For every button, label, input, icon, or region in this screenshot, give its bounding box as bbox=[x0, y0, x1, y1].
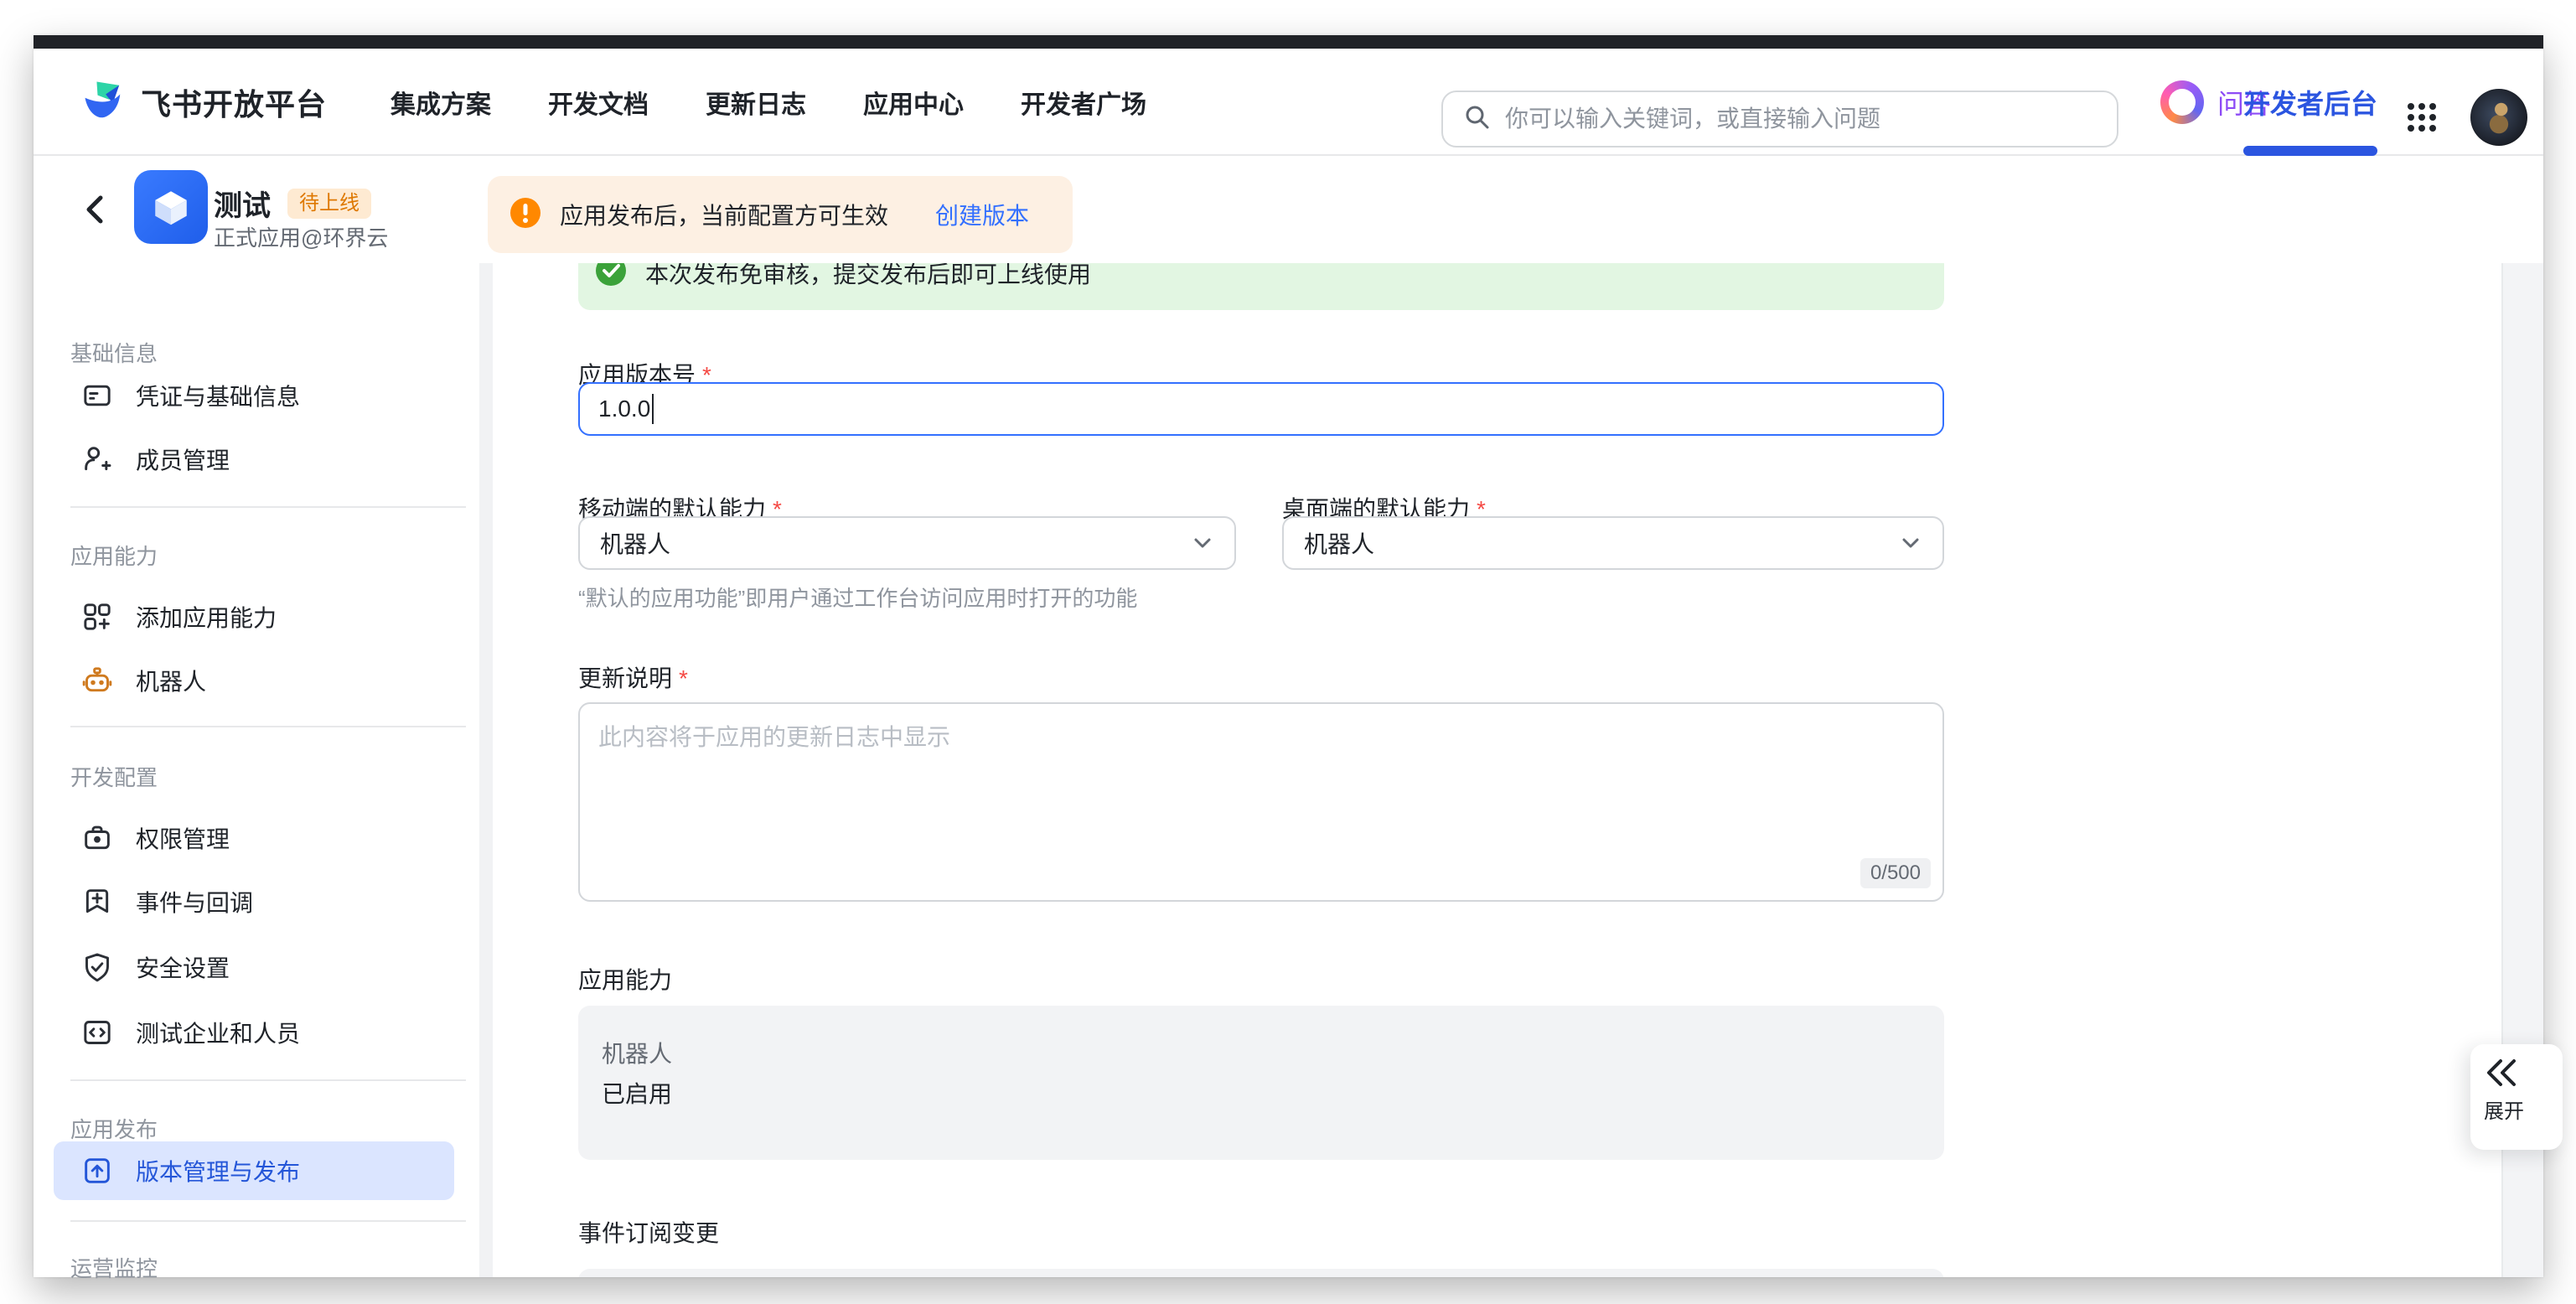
back-button[interactable] bbox=[77, 191, 114, 228]
code-icon bbox=[80, 1016, 114, 1049]
brand[interactable]: 飞书开放平台 bbox=[79, 49, 327, 156]
capability-helper-text: “默认的应用功能”即用户通过工作台访问应用时打开的功能 bbox=[578, 582, 1137, 613]
sidebar-item-label: 权限管理 bbox=[136, 821, 230, 855]
nav-item-dev-plaza[interactable]: 开发者广场 bbox=[1021, 84, 1146, 121]
sidebar-scrollbar[interactable] bbox=[479, 263, 493, 1277]
required-mark: * bbox=[679, 665, 688, 691]
sidebar-item-label: 成员管理 bbox=[136, 442, 230, 476]
grid-add-icon bbox=[80, 600, 114, 634]
sidebar-section-basic-info: 基础信息 bbox=[70, 337, 158, 368]
sidebar-section-monitoring: 运营监控 bbox=[70, 1252, 158, 1283]
success-banner-text: 本次发布免审核，提交发布后即可上线使用 bbox=[645, 263, 1091, 290]
nav-item-changelog[interactable]: 更新日志 bbox=[706, 84, 806, 121]
briefcase-lock-icon bbox=[80, 821, 114, 855]
developer-console-tab[interactable]: 开发者后台 bbox=[2243, 49, 2377, 156]
publish-alert-banner: 应用发布后，当前配置方可生效 创建版本 bbox=[488, 176, 1073, 253]
chevron-down-icon bbox=[1899, 531, 1922, 555]
sidebar-divider bbox=[70, 1220, 466, 1222]
capability-section-title: 应用能力 bbox=[578, 962, 672, 996]
sidebar-item-label: 添加应用能力 bbox=[136, 600, 277, 634]
sidebar-item-version-release[interactable]: 版本管理与发布 bbox=[54, 1141, 454, 1200]
warning-icon bbox=[510, 197, 541, 233]
select-value: 机器人 bbox=[1304, 526, 1374, 560]
sidebar-item-add-capability[interactable]: 添加应用能力 bbox=[80, 587, 454, 646]
search-input[interactable] bbox=[1505, 106, 2097, 132]
sidebar-item-label: 事件与回调 bbox=[136, 885, 253, 918]
version-value: 1.0.0 bbox=[598, 396, 650, 422]
sidebar-divider bbox=[70, 506, 466, 508]
text-caret bbox=[652, 394, 654, 424]
chevron-down-icon bbox=[1191, 531, 1214, 555]
robot-icon bbox=[80, 664, 114, 697]
sidebar-item-permissions[interactable]: 权限管理 bbox=[80, 809, 454, 867]
sidebar-item-label: 测试企业和人员 bbox=[136, 1016, 300, 1049]
app-icon bbox=[134, 170, 208, 244]
alert-text: 应用发布后，当前配置方可生效 bbox=[560, 198, 888, 231]
sidebar-item-label: 机器人 bbox=[136, 664, 206, 697]
app-subtitle: 正式应用@环界云 bbox=[214, 221, 388, 252]
nav-item-app-center[interactable]: 应用中心 bbox=[863, 84, 964, 121]
app-header: 测试 待上线 正式应用@环界云 应用发布后，当前配置方可生效 创建版本 bbox=[34, 156, 2543, 263]
sidebar-divider bbox=[70, 726, 466, 727]
events-section-title: 事件订阅变更 bbox=[578, 1215, 719, 1249]
sidebar-item-events[interactable]: 事件与回调 bbox=[80, 872, 454, 931]
nav-item-docs[interactable]: 开发文档 bbox=[548, 84, 649, 121]
status-badge: 待上线 bbox=[287, 189, 371, 219]
app-window: 飞书开放平台 集成方案 开发文档 更新日志 应用中心 开发者广场 问答 开发者后… bbox=[34, 35, 2543, 1277]
global-search[interactable] bbox=[1441, 91, 2118, 147]
sidebar-divider bbox=[70, 1079, 466, 1081]
changelog-field: 0/500 bbox=[578, 702, 1944, 902]
sidebar: 基础信息 凭证与基础信息 成员管理 应用能力 添加应用能力 bbox=[34, 263, 486, 1277]
sidebar-item-members[interactable]: 成员管理 bbox=[80, 430, 454, 489]
sidebar-item-label: 安全设置 bbox=[136, 950, 230, 984]
capability-name: 机器人 bbox=[602, 1036, 672, 1069]
create-version-link[interactable]: 创建版本 bbox=[935, 198, 1029, 231]
shield-check-icon bbox=[80, 950, 114, 984]
sidebar-section-dev-config: 开发配置 bbox=[70, 761, 158, 792]
changelog-label: 更新说明* bbox=[578, 660, 688, 694]
capability-status: 已启用 bbox=[602, 1076, 672, 1110]
sidebar-item-security[interactable]: 安全设置 bbox=[80, 938, 454, 996]
double-chevron-left-icon bbox=[2484, 1056, 2521, 1089]
version-input[interactable]: 1.0.0 bbox=[578, 382, 1944, 436]
upload-icon bbox=[80, 1154, 114, 1188]
sidebar-item-test-company[interactable]: 测试企业和人员 bbox=[80, 1003, 454, 1062]
user-add-icon bbox=[80, 442, 114, 476]
search-icon bbox=[1463, 103, 1492, 136]
window-chrome-bar bbox=[34, 35, 2543, 49]
success-banner: 本次发布免审核，提交发布后即可上线使用 bbox=[578, 263, 1944, 310]
main-content: 本次发布免审核，提交发布后即可上线使用 应用版本号* 1.0.0 移动端的默认能… bbox=[494, 263, 2501, 1277]
avatar[interactable] bbox=[2470, 89, 2527, 146]
apps-grid-icon[interactable] bbox=[2405, 101, 2439, 134]
desktop-capability-select[interactable]: 机器人 bbox=[1282, 516, 1944, 570]
changelog-textarea[interactable] bbox=[578, 702, 1944, 902]
events-summary-box bbox=[578, 1269, 1944, 1277]
mobile-capability-select[interactable]: 机器人 bbox=[578, 516, 1236, 570]
char-counter: 0/500 bbox=[1860, 858, 1931, 888]
sidebar-item-bot[interactable]: 机器人 bbox=[80, 651, 454, 710]
feishu-logo-icon bbox=[79, 75, 129, 130]
sidebar-section-release: 应用发布 bbox=[70, 1113, 158, 1144]
brand-name: 飞书开放平台 bbox=[141, 80, 327, 124]
bookmark-add-icon bbox=[80, 885, 114, 918]
sidebar-item-label: 版本管理与发布 bbox=[136, 1154, 300, 1188]
select-value: 机器人 bbox=[600, 526, 670, 560]
expand-panel-button[interactable]: 展开 bbox=[2470, 1044, 2563, 1150]
active-tab-indicator bbox=[2243, 146, 2377, 156]
nav-item-integration[interactable]: 集成方案 bbox=[391, 84, 491, 121]
app-name: 测试 bbox=[214, 183, 271, 224]
capability-summary-box bbox=[578, 1006, 1944, 1160]
sidebar-item-label: 凭证与基础信息 bbox=[136, 379, 300, 412]
sidebar-item-credentials[interactable]: 凭证与基础信息 bbox=[80, 366, 454, 425]
sidebar-section-capabilities: 应用能力 bbox=[70, 540, 158, 571]
nav-menu: 集成方案 开发文档 更新日志 应用中心 开发者广场 bbox=[391, 49, 1146, 156]
top-nav: 飞书开放平台 集成方案 开发文档 更新日志 应用中心 开发者广场 问答 开发者后… bbox=[34, 49, 2543, 156]
qa-ring-icon bbox=[2160, 80, 2204, 124]
expand-label: 展开 bbox=[2484, 1094, 2524, 1124]
id-card-icon bbox=[80, 379, 114, 412]
check-circle-icon bbox=[595, 263, 627, 291]
